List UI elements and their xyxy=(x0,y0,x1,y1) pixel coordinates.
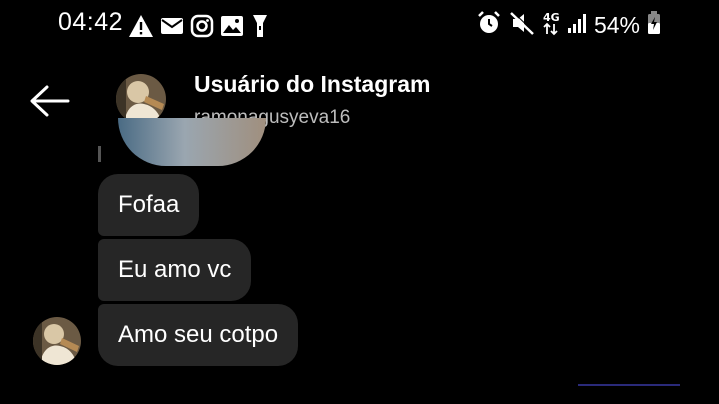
message-bubble[interactable]: Eu amo vc xyxy=(98,239,252,301)
mute-icon xyxy=(509,10,535,41)
gallery-icon xyxy=(220,15,244,37)
arrow-left-icon xyxy=(30,85,70,117)
message-text: Fofaa xyxy=(118,191,180,218)
reply-indicator xyxy=(98,146,101,162)
status-bar: 04:42 4G 54% xyxy=(0,0,719,50)
shared-media-preview[interactable] xyxy=(118,118,266,166)
status-time: 04:42 xyxy=(58,8,124,36)
battery-icon xyxy=(647,10,661,40)
instagram-icon xyxy=(190,14,214,38)
battery-percent: 54% xyxy=(593,11,640,38)
message-bubble[interactable]: Amo seu cotpo xyxy=(98,304,299,366)
contact-name[interactable]: Usuário do Instagram xyxy=(194,71,430,98)
back-button[interactable] xyxy=(28,83,72,119)
message-bubble[interactable]: Fofaa xyxy=(98,174,200,236)
message-text: Amo seu cotpo xyxy=(118,321,279,348)
alarm-icon xyxy=(476,10,502,41)
network-4g-icon: 4G xyxy=(542,10,560,41)
notification-icons xyxy=(128,12,270,40)
mail-icon xyxy=(160,16,184,36)
svg-text:4G: 4G xyxy=(543,11,560,24)
flashlight-icon xyxy=(250,13,270,39)
signal-icon xyxy=(567,12,587,39)
sender-avatar[interactable] xyxy=(33,317,81,365)
system-icons: 4G 54% xyxy=(476,10,661,40)
scroll-indicator xyxy=(578,384,680,386)
profile-avatar[interactable] xyxy=(116,74,166,124)
warning-icon xyxy=(128,14,154,38)
message-text: Eu amo vc xyxy=(118,256,232,283)
